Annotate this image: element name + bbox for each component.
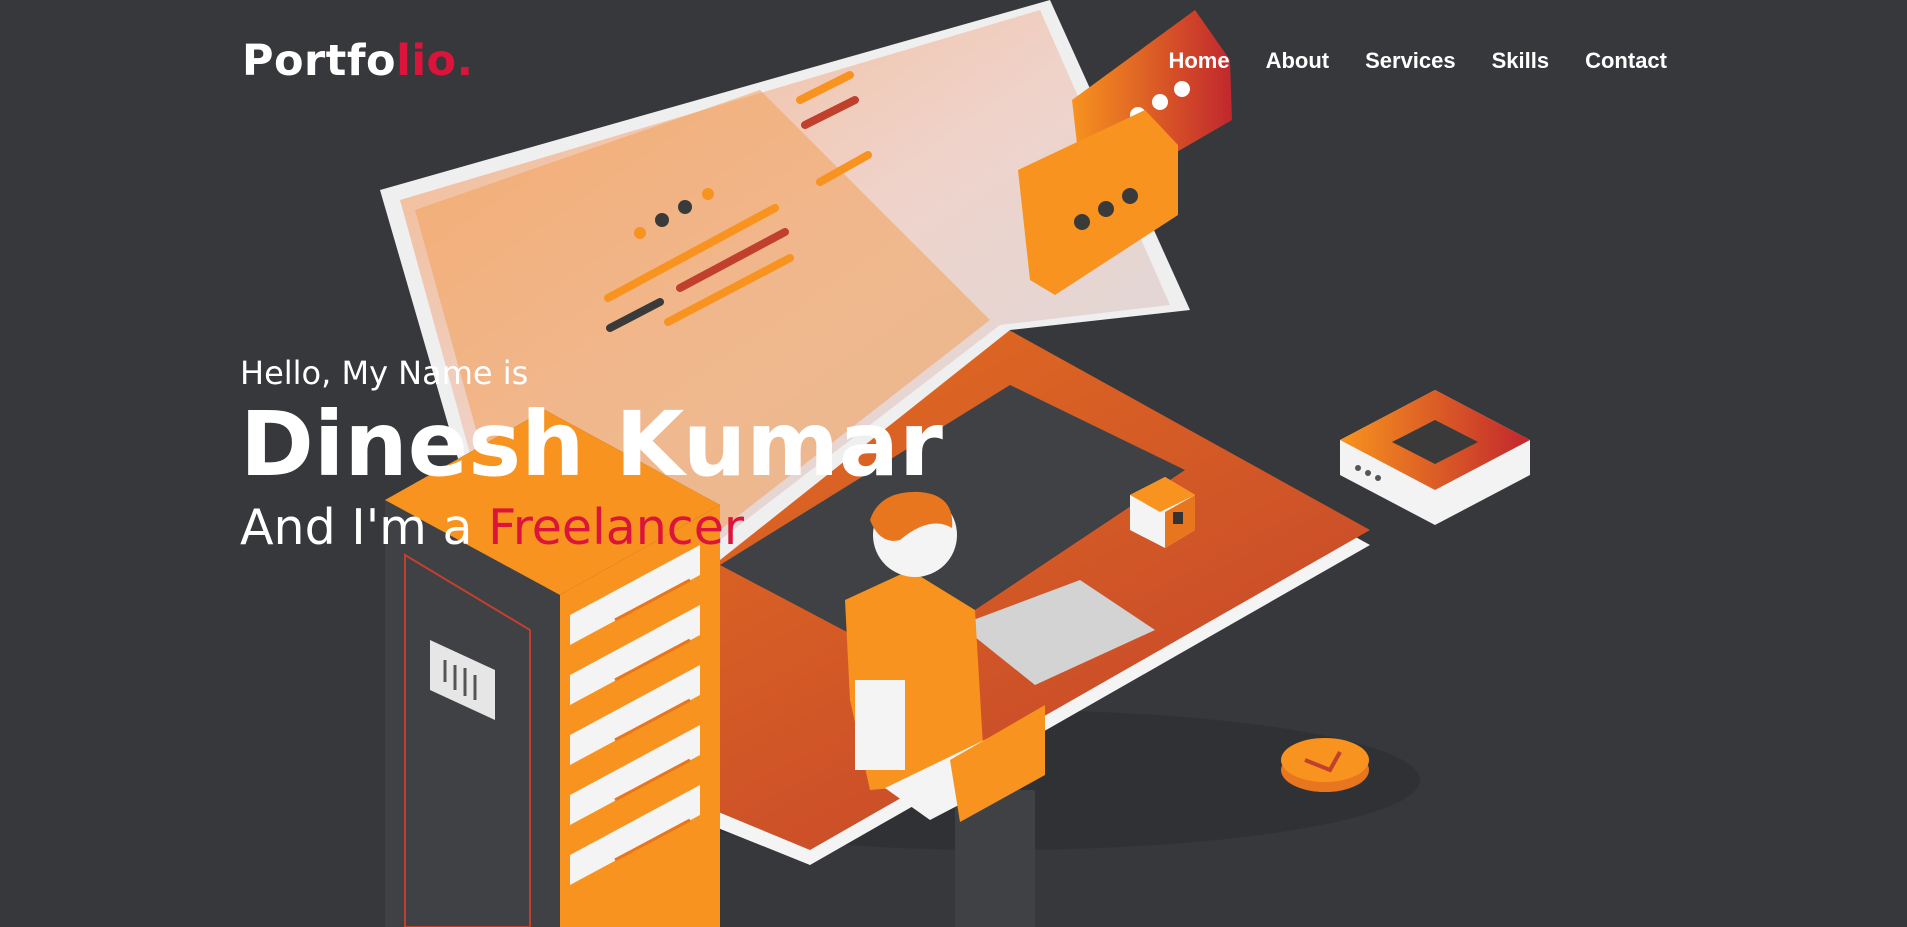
nav-link-home[interactable]: Home [1168,48,1229,74]
hero-role-prefix: And I'm a [240,499,489,557]
hero-role: And I'm a Freelancer [240,499,943,556]
brand-accent-text: lio. [396,36,474,86]
hero-role-typed: Freelancer [488,499,745,557]
hero-greeting: Hello, My Name is [240,354,529,392]
coin-icon [1281,738,1369,792]
brand-text: Portfo [242,36,397,86]
nav-link-skills[interactable]: Skills [1492,48,1549,74]
nav-link-services[interactable]: Services [1365,48,1456,74]
hero-text: Hello, My Name is Dinesh Kumar And I'm a… [240,354,943,556]
nav-link-contact[interactable]: Contact [1585,48,1667,74]
nav-link-about[interactable]: About [1266,48,1330,74]
hero-name: Dinesh Kumar [240,392,943,496]
brand-logo[interactable]: Portfolio. [242,36,473,86]
nav-menu: Home About Services Skills Contact [1132,48,1667,74]
navbar: Portfolio. Home About Services Skills Co… [0,0,1907,125]
router-icon [1340,390,1530,525]
